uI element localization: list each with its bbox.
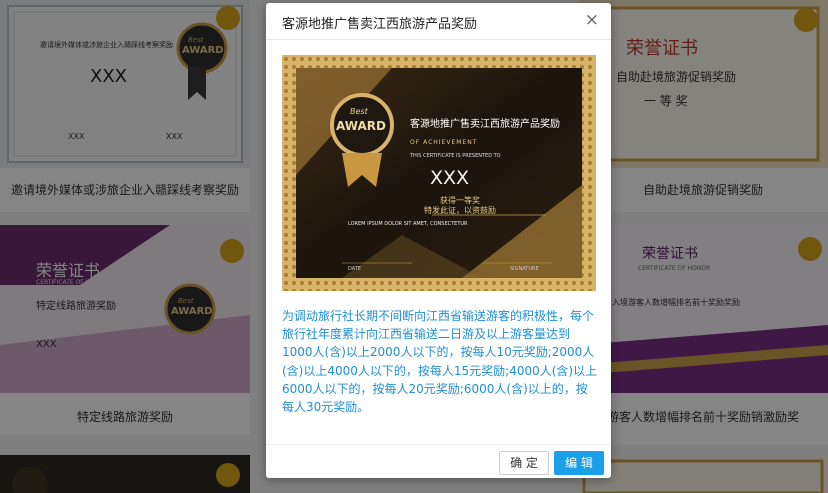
certificate-signature-label: SIGNATURE <box>510 266 539 272</box>
certificate-title: 客源地推广售卖江西旅游产品奖励 <box>410 119 560 130</box>
divider <box>266 39 611 40</box>
badge-main: AWARD <box>336 119 386 133</box>
badge-top: Best <box>350 107 368 116</box>
certificate-presented: THIS CERTIFICATE IS PRESENTED TO <box>410 153 501 159</box>
certificate-dialog: 客源地推广售卖江西旅游产品奖励 × Best AWARD 客源地推广售卖江西旅游… <box>266 3 611 478</box>
certificate-of-achievement: OF ACHIEVEMENT <box>410 139 478 146</box>
edit-button[interactable]: 编 辑 <box>554 451 604 475</box>
certificate-lorem: LOREM IPSUM DOLOR SIT AMET, CONSECTETUR <box>348 221 468 227</box>
divider <box>266 444 611 445</box>
certificate-preview: Best AWARD 客源地推广售卖江西旅游产品奖励 OF ACHIEVEMEN… <box>282 55 596 291</box>
certificate-name: XXX <box>430 167 470 189</box>
reward-description: 为调动旅行社长期不间断向江西省输送游客的积极性，每个旅行社年度累计向江西省输送二… <box>282 309 598 415</box>
dialog-title: 客源地推广售卖江西旅游产品奖励 <box>282 17 478 32</box>
certificate-line2: 特发此证，以资鼓励 <box>424 206 496 215</box>
certificate-date-label: DATE <box>348 266 362 272</box>
confirm-button[interactable]: 确 定 <box>499 451 549 475</box>
close-icon[interactable]: × <box>585 10 599 30</box>
